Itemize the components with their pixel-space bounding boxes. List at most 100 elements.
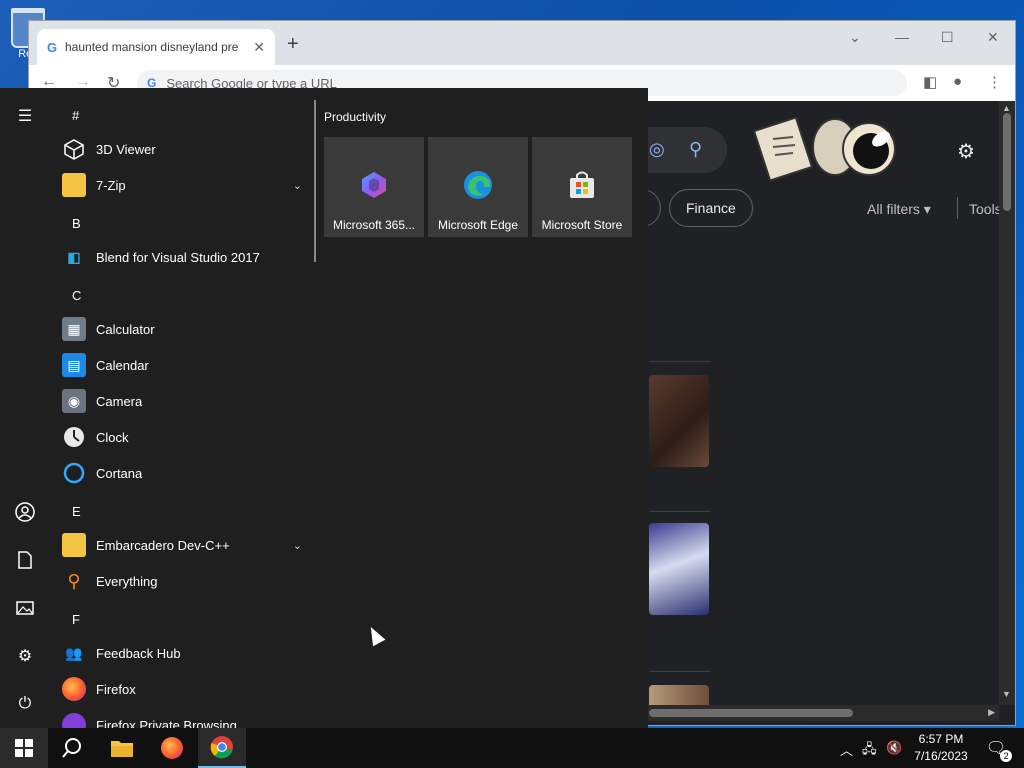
app-label: Blend for Visual Studio 2017 [96, 249, 260, 265]
app-everything[interactable]: ⚲ Everything [62, 564, 312, 598]
app-blend-for-visual-studio[interactable]: ◧ Blend for Visual Studio 2017 [62, 240, 312, 274]
close-window-icon[interactable]: ✕ [987, 29, 999, 46]
maximize-icon[interactable]: ☐ [941, 29, 954, 46]
store-icon [570, 171, 594, 198]
vertical-scrollbar[interactable]: ▲ ▼ [999, 101, 1015, 705]
tile-microsoft-365[interactable]: Microsoft 365... [324, 137, 424, 237]
show-hidden-icons-chevron-icon[interactable]: ︿ [840, 740, 853, 759]
new-tab-button[interactable]: + [287, 33, 299, 56]
tile-microsoft-edge[interactable]: Microsoft Edge [428, 137, 528, 237]
caret-down-icon: ▾ [923, 201, 931, 217]
firefox-icon [161, 737, 183, 759]
google-doodle-image[interactable] [753, 109, 903, 185]
app-calculator[interactable]: ▦ Calculator [62, 312, 312, 346]
vertical-scroll-thumb[interactable] [1003, 113, 1011, 211]
app-label: 7-Zip [96, 177, 126, 193]
app-label: Calculator [96, 321, 155, 337]
taskbar-firefox[interactable] [148, 728, 196, 768]
result-thumbnail[interactable] [649, 523, 709, 615]
app-firefox-private-browsing[interactable]: Firefox Private Browsing [62, 708, 312, 728]
tile-microsoft-store[interactable]: Microsoft Store [532, 137, 632, 237]
menu-kebab-icon[interactable]: ⋮ [987, 73, 1002, 91]
all-filters-button[interactable]: All filters ▾ [867, 201, 931, 218]
power-icon[interactable]: ⏻ [13, 692, 37, 716]
microsoft-365-icon [362, 172, 386, 198]
google-favicon-icon: G [47, 39, 58, 55]
result-thumbnail[interactable] [649, 375, 709, 467]
file-explorer-icon [111, 741, 133, 757]
tile-label: Microsoft Edge [437, 218, 519, 232]
folder-icon [62, 533, 86, 557]
scroll-up-arrow-icon[interactable]: ▲ [1002, 103, 1011, 113]
taskbar-file-explorer[interactable] [98, 728, 146, 768]
all-filters-label: All filters [867, 201, 920, 217]
result-divider [649, 511, 711, 512]
result-divider [649, 361, 711, 362]
side-panel-icon[interactable]: ◧ [923, 73, 937, 91]
group-header-f[interactable]: F [72, 612, 80, 627]
group-header-c[interactable]: C [72, 288, 81, 303]
app-camera[interactable]: ◉ Camera [62, 384, 312, 418]
start-menu: ☰ ⚙ ⏻ # 3D Viewer 7-Zip ⌄ B ◧ Blend for … [0, 88, 648, 728]
tools-button[interactable]: Tools [969, 201, 1002, 217]
clock-time: 6:57 PM [918, 732, 964, 746]
app-label: Clock [96, 429, 129, 445]
search-icon [62, 738, 81, 758]
profile-icon[interactable]: ● [953, 73, 962, 90]
app-3d-viewer[interactable]: 3D Viewer [62, 132, 312, 166]
group-header-hash[interactable]: # [72, 108, 79, 123]
app-embarcadero-dev-cpp[interactable]: Embarcadero Dev-C++ ⌄ [62, 528, 312, 562]
feedback-hub-icon: 👥 [65, 644, 83, 661]
network-icon[interactable]: 🖧 [862, 740, 877, 762]
google-lens-icon[interactable]: ◎ [649, 139, 665, 160]
edge-icon [464, 171, 492, 199]
app-label: Calendar [96, 357, 149, 373]
scroll-down-arrow-icon[interactable]: ▼ [1002, 689, 1011, 699]
user-account-icon[interactable] [13, 500, 37, 524]
group-header-b[interactable]: B [72, 216, 81, 231]
app-cortana[interactable]: Cortana [62, 456, 312, 490]
app-feedback-hub[interactable]: 👥 Feedback Hub [62, 636, 312, 670]
volume-muted-icon[interactable]: 🔇 [886, 740, 902, 756]
taskbar: ︿ 🖧 🔇 6:57 PM 7/16/2023 🗨 2 [0, 728, 1024, 768]
result-divider [649, 671, 711, 672]
chrome-icon [210, 736, 233, 759]
app-label: Embarcadero Dev-C++ [96, 537, 230, 553]
tile-label: Microsoft 365... [332, 218, 416, 232]
settings-gear-icon[interactable]: ⚙ [957, 139, 975, 164]
scroll-right-arrow-icon[interactable]: ▶ [988, 707, 995, 718]
app-7-zip[interactable]: 7-Zip ⌄ [62, 168, 312, 202]
notifications-icon: 🗨 2 [986, 738, 1013, 762]
chevron-down-icon[interactable]: ⌄ [293, 539, 302, 552]
group-header-e[interactable]: E [72, 504, 81, 519]
documents-icon[interactable] [13, 548, 37, 572]
tab-close-icon[interactable]: ✕ [253, 39, 265, 56]
app-calendar[interactable]: ▤ Calendar [62, 348, 312, 382]
tile-label: Microsoft Store [541, 218, 623, 232]
hamburger-menu-icon[interactable]: ☰ [13, 104, 37, 128]
action-center-button[interactable]: 🗨 2 [976, 728, 1016, 768]
pictures-icon[interactable] [13, 596, 37, 620]
taskbar-chrome[interactable] [198, 728, 246, 768]
minimize-icon[interactable]: — [895, 29, 909, 45]
search-icon[interactable]: ⚲ [689, 139, 702, 160]
browser-tab[interactable]: G haunted mansion disneyland pre ✕ [37, 29, 275, 65]
taskbar-clock[interactable]: 6:57 PM 7/16/2023 [910, 731, 972, 765]
app-list-scrollbar[interactable] [314, 100, 316, 262]
chevron-down-icon[interactable]: ⌄ [293, 179, 302, 192]
app-label: Everything [96, 573, 158, 589]
app-clock[interactable]: Clock [62, 420, 312, 454]
taskbar-search-button[interactable] [48, 728, 96, 768]
tiles-group-header[interactable]: Productivity [324, 110, 386, 124]
start-button[interactable] [0, 728, 48, 768]
finance-chip[interactable]: Finance [669, 189, 753, 227]
settings-icon[interactable]: ⚙ [13, 644, 37, 668]
app-label: Firefox [96, 681, 136, 697]
toolbar-divider [957, 197, 958, 219]
windows-logo-icon [15, 739, 33, 757]
app-label: Feedback Hub [96, 645, 181, 661]
clock-date: 7/16/2023 [914, 749, 968, 763]
tab-search-chevron-icon[interactable]: ⌄ [849, 29, 861, 46]
app-firefox[interactable]: Firefox [62, 672, 312, 706]
horizontal-scroll-thumb[interactable] [649, 709, 853, 717]
